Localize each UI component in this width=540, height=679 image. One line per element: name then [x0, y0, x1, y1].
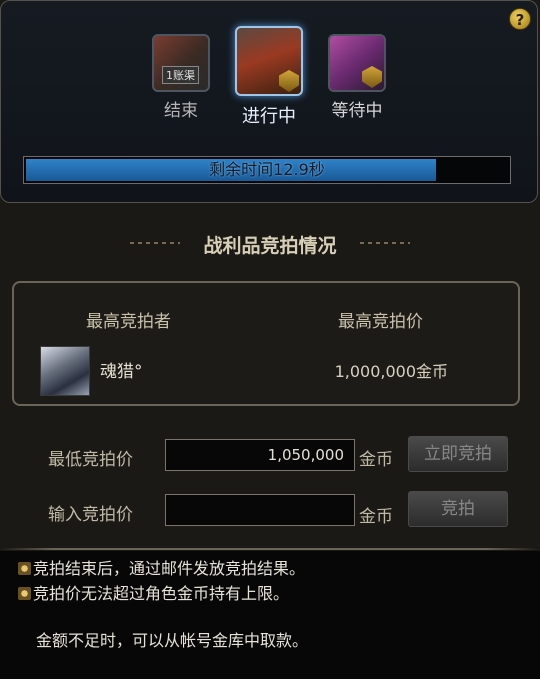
treasure-chest-icon: 1账渠: [152, 34, 210, 92]
bid-button[interactable]: 竞拍: [408, 491, 508, 527]
timer-bar: 剩余时间12.9秒: [23, 156, 511, 184]
bullet-icon: [18, 562, 31, 575]
timer-text: 剩余时间12.9秒: [209, 160, 325, 179]
bullet-icon: [18, 587, 31, 600]
stage-in-progress-label: 进行中: [242, 106, 296, 127]
stage-in-progress: 进行中: [231, 26, 307, 128]
instant-bid-button[interactable]: 立即竞拍: [408, 436, 508, 472]
rank-badge-icon: [362, 66, 382, 88]
crystal-icon: [328, 34, 386, 92]
input-bid-unit: 金币: [359, 507, 393, 527]
stage-stamp: 1账渠: [162, 66, 199, 84]
avatar: [40, 346, 90, 396]
bidder-header: 最高竞拍者: [86, 312, 171, 332]
auction-status-panel: ? 1账渠 结束 进行中 等待中 剩余时间12.9秒: [0, 0, 538, 203]
stage-waiting: 等待中: [325, 34, 389, 121]
notice-item: 金额不足时，可以从帐号金库中取款。: [36, 631, 309, 650]
crate-icon: [235, 26, 303, 96]
help-icon[interactable]: ?: [509, 8, 531, 30]
rank-badge-icon: [279, 70, 299, 92]
min-bid-unit: 金币: [359, 450, 393, 470]
min-bid-value: 1,050,000: [165, 439, 355, 471]
bid-input[interactable]: [165, 494, 355, 526]
notice-item: 竞拍结束后，通过邮件发放竞拍结果。: [18, 555, 305, 579]
min-bid-label: 最低竞拍价: [48, 450, 133, 470]
bidder-name: 魂猎°: [100, 362, 143, 382]
stage-ended: 1账渠 结束: [149, 34, 213, 121]
divider: [0, 548, 540, 550]
section-title: 战利品竞拍情况: [203, 235, 337, 257]
notice-item: 竞拍价无法超过角色金币持有上限。: [18, 580, 289, 604]
highest-price: 1,000,000金币: [334, 362, 448, 381]
title-ornament-right: [360, 242, 410, 244]
price-header: 最高竞拍价: [338, 312, 423, 332]
stage-waiting-label: 等待中: [331, 101, 383, 121]
stage-ended-label: 结束: [164, 101, 198, 121]
input-bid-label: 输入竞拍价: [48, 505, 133, 525]
